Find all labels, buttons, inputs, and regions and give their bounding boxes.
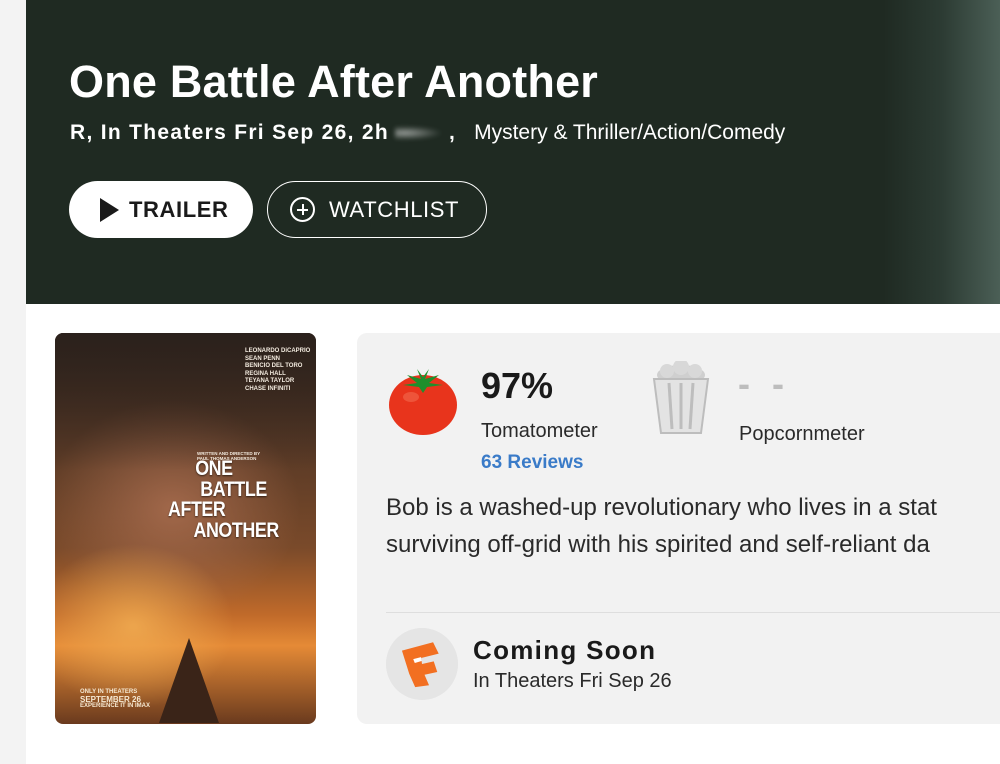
poster-cast-list: LEONARDO DiCAPRIO SEAN PENN BENICIO DEL … [245, 348, 310, 393]
movie-hero-banner: One Battle After Another R, In Theaters … [26, 0, 1000, 304]
movie-title: One Battle After Another [69, 56, 599, 107]
tomato-icon [389, 369, 457, 435]
popcornmeter-label: Popcornmeter [739, 423, 865, 445]
availability-date: In Theaters Fri Sep 26 [473, 670, 672, 692]
play-icon [100, 197, 119, 222]
tomatometer-label: Tomatometer [481, 420, 598, 442]
watchlist-button-label: WATCHLIST [329, 196, 460, 222]
poster-cast-name: BENICIO DEL TORO [245, 363, 303, 369]
poster-cast-name: CHASE INFINITI [245, 385, 291, 392]
poster-release-line: EXPERIENCE IT IN IMAX [80, 703, 151, 709]
left-rail [0, 0, 26, 764]
watchlist-button[interactable]: WATCHLIST [267, 181, 487, 238]
popcornmeter-score: - - [738, 363, 790, 404]
movie-meta: R, In Theaters Fri Sep 26, 2h , Mystery … [70, 121, 785, 145]
trailer-button[interactable]: TRAILER [69, 181, 253, 238]
plus-circle-icon [290, 197, 315, 222]
poster-cast-name: REGINA HALL [245, 370, 286, 377]
movie-rating-release-runtime: R, In Theaters Fri Sep 26, 2h [70, 121, 389, 144]
movie-synopsis: Bob is a washed-up revolutionary who liv… [386, 489, 1000, 563]
poster-release-date: SEPTEMBER 26 [80, 695, 141, 704]
poster-cast-name: SEAN PENN [245, 355, 281, 362]
movie-poster[interactable]: LEONARDO DiCAPRIO SEAN PENN BENICIO DEL … [55, 333, 316, 724]
poster-title-line: BATTLE [200, 477, 267, 501]
poster-road [159, 637, 220, 723]
fandango-icon[interactable] [386, 628, 458, 700]
poster-release: ONLY IN THEATERS SEPTEMBER 26 EXPERIENCE… [80, 689, 150, 710]
poster-cast-name: LEONARDO DiCAPRIO [245, 348, 311, 354]
movie-genres: Mystery & Thriller/Action/Comedy [474, 121, 786, 144]
obscured-runtime [394, 126, 443, 140]
poster-title-line: ANOTHER [193, 518, 280, 542]
trailer-button-label: TRAILER [129, 196, 229, 222]
synopsis-line: Bob is a washed-up revolutionary who liv… [386, 494, 937, 521]
poster-title-line: AFTER [168, 498, 226, 521]
scores-card: 97% Tomatometer 63 Reviews - - Popcornme… [357, 333, 1000, 724]
meta-separator: , [448, 121, 457, 144]
synopsis-line: surviving off-grid with his spirited and… [386, 531, 930, 558]
tomatometer-score: 97% [481, 365, 554, 406]
poster-title-line: ONE [195, 457, 233, 480]
poster-title: ONE BATTLE AFTER ANOTHER [168, 457, 280, 542]
reviews-link[interactable]: 63 Reviews [481, 452, 583, 474]
popcorn-bucket-icon [652, 361, 710, 434]
availability-title: Coming Soon [473, 635, 657, 665]
divider [386, 612, 1000, 613]
poster-cast-name: TEYANA TAYLOR [245, 378, 295, 384]
